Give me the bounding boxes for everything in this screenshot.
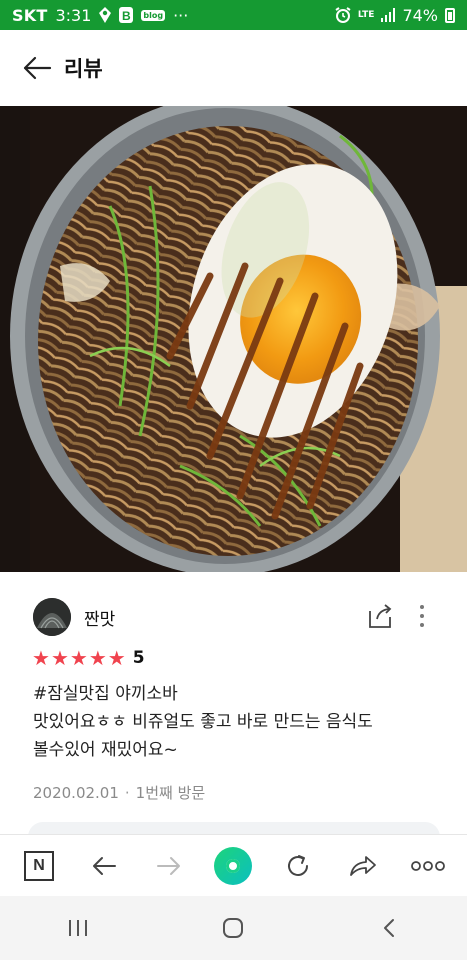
rating-value: 5 <box>132 648 145 668</box>
back-button[interactable] <box>20 51 54 85</box>
page-title: 리뷰 <box>64 57 103 81</box>
meta-separator: · <box>124 783 130 802</box>
home-icon <box>223 918 244 938</box>
avatar-image-icon <box>33 598 71 636</box>
android-navigation-bar <box>0 896 467 960</box>
review-card: 짠맛 ★ ★ ★ ★ ★ 5 #잠실맛집 야끼소바 맛있어요ㅎㅎ 비쥬얼도 좋고… <box>0 572 467 834</box>
forward-arrow-icon <box>156 856 180 875</box>
alarm-icon <box>335 7 351 23</box>
rating: ★ ★ ★ ★ ★ 5 <box>32 648 145 668</box>
signal-icon <box>381 8 396 22</box>
star-icon: ★ <box>88 646 107 670</box>
review-photo[interactable] <box>0 106 467 572</box>
browser-forward-button[interactable] <box>150 847 188 885</box>
status-left: SKT 3:31 B blog ··· <box>12 6 188 25</box>
recent-apps-button[interactable] <box>53 908 103 948</box>
food-photo-yakisoba <box>0 106 467 572</box>
refresh-icon <box>288 854 309 876</box>
arrow-left-icon <box>23 56 52 80</box>
b-app-icon: B <box>119 7 134 23</box>
browser-back-button[interactable] <box>85 847 123 885</box>
status-bar: SKT 3:31 B blog ··· LTE 74% <box>0 0 467 30</box>
naver-home-button[interactable]: N <box>20 847 58 885</box>
battery-icon <box>445 7 455 23</box>
blog-icon: blog <box>141 9 166 21</box>
review-date: 2020.02.01 <box>33 783 119 802</box>
carrier-label: SKT <box>12 5 48 25</box>
clock: 3:31 <box>55 5 92 25</box>
more-vertical-icon[interactable] <box>414 602 430 630</box>
visit-count: 1번째 방문 <box>135 784 206 802</box>
more-horizontal-icon <box>411 860 445 871</box>
green-dot-icon <box>214 846 253 885</box>
avatar[interactable] <box>33 598 71 636</box>
star-icon: ★ <box>50 646 69 670</box>
overflow-indicator: ··· <box>173 5 189 25</box>
share-button[interactable] <box>366 602 394 630</box>
review-hashtag-line[interactable]: #잠실맛집 야끼소바 <box>33 680 433 708</box>
refresh-button[interactable] <box>279 847 317 885</box>
browser-toolbar: N <box>0 834 467 896</box>
green-dot-button[interactable] <box>214 846 253 885</box>
battery-percent: 74% <box>402 5 438 25</box>
share-arrow-icon <box>350 855 377 876</box>
location-icon <box>99 7 112 23</box>
share-page-button[interactable] <box>344 847 382 885</box>
star-icon: ★ <box>32 646 50 670</box>
review-body-line: 볼수있어 재밌어요~ <box>33 740 178 760</box>
author-name[interactable]: 짠맛 <box>84 605 115 630</box>
naver-home-icon: N <box>24 850 54 881</box>
lte-icon: LTE <box>357 10 375 20</box>
more-horizontal-button[interactable] <box>409 847 447 885</box>
star-icon: ★ <box>107 646 126 670</box>
share-icon <box>369 604 392 628</box>
home-button[interactable] <box>208 908 258 948</box>
back-icon <box>384 919 395 937</box>
app-header: 리뷰 <box>0 30 467 106</box>
status-right: LTE 74% <box>335 6 455 25</box>
system-back-button[interactable] <box>364 908 414 948</box>
back-arrow-icon <box>92 856 116 875</box>
review-text: #잠실맛집 야끼소바 맛있어요ㅎㅎ 비쥬얼도 좋고 바로 만드는 음식도 볼수있… <box>33 680 433 764</box>
recent-apps-icon <box>68 920 87 936</box>
star-icon: ★ <box>69 646 88 670</box>
review-body-line: 맛있어요ㅎㅎ 비쥬얼도 좋고 바로 만드는 음식도 <box>33 712 373 732</box>
review-meta: 2020.02.01 · 1번째 방문 <box>33 782 205 803</box>
svg-text:B: B <box>122 9 131 23</box>
